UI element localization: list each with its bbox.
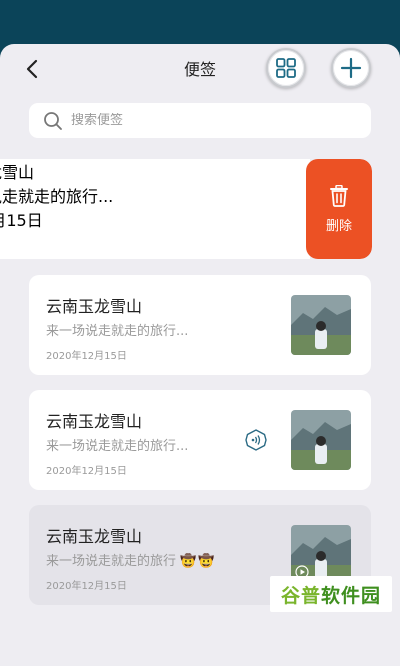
note-title: 玉龙雪山 (0, 163, 35, 182)
swiped-note-row: 玉龙雪山 场说走就走的旅行... 12月15日 删除 (0, 159, 372, 259)
note-date: 2020年12月15日 (46, 466, 127, 477)
emoji-group: 🤠 🤠 (180, 554, 214, 569)
add-note-button[interactable] (331, 48, 371, 88)
search-input[interactable] (71, 113, 341, 128)
note-thumbnail (291, 410, 351, 470)
search-bar[interactable] (29, 103, 371, 138)
note-subtitle: 来一场说走就走的旅行... (46, 324, 189, 339)
swiped-note-card[interactable]: 玉龙雪山 场说走就走的旅行... 12月15日 (0, 159, 310, 259)
note-title: 云南玉龙雪山 (46, 412, 143, 431)
notes-sheet: 便签 玉龙雪山 场说走就走的旅行... 12月15日 (0, 44, 400, 666)
note-subtitle: 来一场说走就走的旅行 (46, 554, 177, 569)
landscape-photo-icon (291, 410, 351, 470)
note-title: 云南玉龙雪山 (46, 527, 143, 546)
trash-icon (330, 184, 348, 207)
watermark-text-a: 谷普 (280, 584, 321, 607)
note-thumbnail (291, 295, 351, 355)
watermark-text-b: 软件园 (321, 584, 382, 607)
note-subtitle: 场说走就走的旅行... (0, 187, 114, 206)
grid-icon (276, 58, 296, 78)
delete-button[interactable]: 删除 (306, 159, 372, 259)
delete-label: 删除 (325, 218, 352, 234)
search-icon (44, 111, 62, 130)
note-subtitle: 来一场说走就走的旅行... (46, 439, 189, 454)
note-card[interactable]: 云南玉龙雪山 来一场说走就走的旅行... 2020年12月15日 (29, 390, 371, 490)
audio-icon[interactable] (245, 429, 267, 451)
note-date: 2020年12月15日 (46, 351, 127, 362)
grid-view-button[interactable] (266, 48, 306, 88)
note-card[interactable]: 云南玉龙雪山 来一场说走就走的旅行... 2020年12月15日 (29, 275, 371, 375)
landscape-photo-icon (291, 295, 351, 355)
plus-icon (340, 57, 362, 79)
note-title: 云南玉龙雪山 (46, 297, 143, 316)
cowboy-emoji-icon: 🤠 (180, 554, 197, 569)
watermark-logo: 谷普 软件园 (270, 576, 392, 612)
cowboy-emoji-icon: 🤠 (198, 554, 215, 569)
note-date: 2020年12月15日 (46, 581, 127, 592)
note-subtitle-row: 来一场说走就走的旅行 🤠 🤠 (46, 550, 214, 569)
header: 便签 (0, 44, 400, 90)
note-date: 12月15日 (0, 211, 43, 230)
